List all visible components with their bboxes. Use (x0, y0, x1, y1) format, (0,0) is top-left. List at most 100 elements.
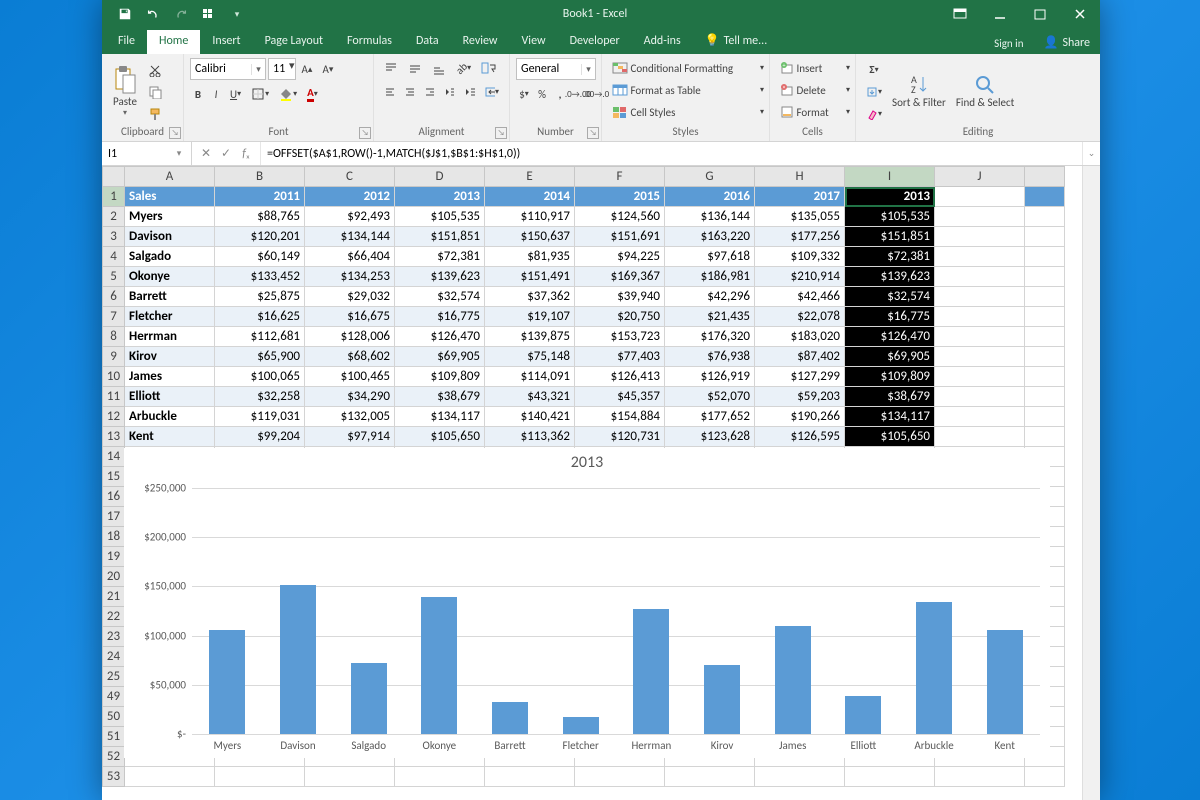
cell-E6[interactable]: $37,362 (485, 287, 575, 307)
increase-indent-icon[interactable] (460, 82, 478, 102)
borders-button[interactable]: ▾ (247, 84, 273, 104)
cell-H4[interactable]: $109,332 (755, 247, 845, 267)
cell-D13[interactable]: $105,650 (395, 427, 485, 447)
row-header-24[interactable]: 24 (103, 647, 125, 667)
cell-empty[interactable] (665, 767, 755, 787)
select-all-corner[interactable] (103, 167, 125, 187)
cell-E4[interactable]: $81,935 (485, 247, 575, 267)
row-header-4[interactable]: 4 (103, 247, 125, 267)
cell-B6[interactable]: $25,875 (215, 287, 305, 307)
italic-button[interactable]: I (208, 84, 224, 104)
align-center-icon[interactable] (400, 82, 418, 102)
insert-function-icon[interactable]: fₓ (238, 147, 254, 161)
cell-J11[interactable] (935, 387, 1025, 407)
cell-J7[interactable] (935, 307, 1025, 327)
row-header-13[interactable]: 13 (103, 427, 125, 447)
align-top-icon[interactable] (380, 58, 402, 78)
cell-F12[interactable]: $154,884 (575, 407, 665, 427)
cell-F1[interactable]: 2015 (575, 187, 665, 207)
cell-G5[interactable]: $186,981 (665, 267, 755, 287)
col-header-E[interactable]: E (485, 167, 575, 187)
cell-B10[interactable]: $100,065 (215, 367, 305, 387)
cell-G2[interactable]: $136,144 (665, 207, 755, 227)
row-header-5[interactable]: 5 (103, 267, 125, 287)
cell-J2[interactable] (935, 207, 1025, 227)
cell-H13[interactable]: $126,595 (755, 427, 845, 447)
cell-F4[interactable]: $94,225 (575, 247, 665, 267)
row-header-53[interactable]: 53 (103, 767, 125, 787)
cell-I8[interactable]: $126,470 (845, 327, 935, 347)
cell-D8[interactable]: $126,470 (395, 327, 485, 347)
decrease-indent-icon[interactable] (440, 82, 458, 102)
row-header-52[interactable]: 52 (103, 747, 125, 767)
col-header-H[interactable]: H (755, 167, 845, 187)
row-header-18[interactable]: 18 (103, 527, 125, 547)
bar-Okonye[interactable]: Okonye (404, 478, 475, 734)
col-header-I[interactable]: I (845, 167, 935, 187)
insert-cells-button[interactable]: + Insert▾ (776, 58, 854, 78)
cell-G3[interactable]: $163,220 (665, 227, 755, 247)
cell-B2[interactable]: $88,765 (215, 207, 305, 227)
row-header-8[interactable]: 8 (103, 327, 125, 347)
col-header-F[interactable]: F (575, 167, 665, 187)
minimize-icon[interactable] (980, 0, 1020, 28)
cell-G8[interactable]: $176,320 (665, 327, 755, 347)
align-right-icon[interactable] (420, 82, 438, 102)
row-header-49[interactable]: 49 (103, 687, 125, 707)
vertical-scrollbar[interactable] (1082, 166, 1100, 800)
cell-D12[interactable]: $134,117 (395, 407, 485, 427)
cell-J6[interactable] (935, 287, 1025, 307)
cell-empty[interactable] (845, 767, 935, 787)
cell-I5[interactable]: $139,623 (845, 267, 935, 287)
cell-E12[interactable]: $140,421 (485, 407, 575, 427)
col-header-D[interactable]: D (395, 167, 485, 187)
cell-B1[interactable]: 2011 (215, 187, 305, 207)
bar-Herrman[interactable]: Herrman (616, 478, 687, 734)
cell-D2[interactable]: $105,535 (395, 207, 485, 227)
close-icon[interactable] (1060, 0, 1100, 28)
cell-G12[interactable]: $177,652 (665, 407, 755, 427)
cell-J10[interactable] (935, 367, 1025, 387)
cell-A4[interactable]: Salgado (125, 247, 215, 267)
cut-icon[interactable] (144, 60, 166, 80)
decrease-font-icon[interactable]: A▾ (319, 59, 338, 79)
cell-C3[interactable]: $134,144 (305, 227, 395, 247)
cell-F13[interactable]: $120,731 (575, 427, 665, 447)
bar-Myers[interactable]: Myers (192, 478, 263, 734)
cell-H9[interactable]: $87,402 (755, 347, 845, 367)
chevron-down-icon[interactable]: ▾ (172, 148, 186, 159)
cell-H7[interactable]: $22,078 (755, 307, 845, 327)
sort-filter-button[interactable]: AZSort & Filter (888, 62, 950, 122)
cell-empty[interactable] (395, 767, 485, 787)
name-box[interactable]: ▾ (102, 142, 192, 165)
tab-developer[interactable]: Developer (558, 30, 632, 54)
cell-H2[interactable]: $135,055 (755, 207, 845, 227)
chevron-down-icon[interactable]: ▾ (581, 64, 595, 75)
cell-A5[interactable]: Okonye (125, 267, 215, 287)
ribbon-display-icon[interactable] (940, 0, 980, 28)
format-painter-icon[interactable] (144, 104, 166, 124)
row-header-51[interactable]: 51 (103, 727, 125, 747)
fill-icon[interactable]: ▾ (862, 82, 886, 102)
cell-I11[interactable]: $38,679 (845, 387, 935, 407)
cell-E9[interactable]: $75,148 (485, 347, 575, 367)
conditional-formatting-button[interactable]: Conditional Formatting▾ (608, 58, 768, 78)
col-header-B[interactable]: B (215, 167, 305, 187)
number-format-select[interactable]: ▾ (516, 58, 596, 80)
cell-D1[interactable]: 2013 (395, 187, 485, 207)
tab-home[interactable]: Home (147, 30, 200, 54)
chevron-down-icon[interactable]: ▾ (289, 59, 295, 79)
cell-E1[interactable]: 2014 (485, 187, 575, 207)
row-header-6[interactable]: 6 (103, 287, 125, 307)
cell-E8[interactable]: $139,875 (485, 327, 575, 347)
row-header-9[interactable]: 9 (103, 347, 125, 367)
redo-icon[interactable] (168, 2, 194, 26)
cell-E13[interactable]: $113,362 (485, 427, 575, 447)
cell-C5[interactable]: $134,253 (305, 267, 395, 287)
row-header-14[interactable]: 14 (103, 447, 125, 467)
cell-A10[interactable]: James (125, 367, 215, 387)
bar-Elliott[interactable]: Elliott (828, 478, 899, 734)
percent-format-icon[interactable]: % (534, 84, 550, 104)
tab-review[interactable]: Review (451, 30, 510, 54)
cell-empty[interactable] (485, 767, 575, 787)
